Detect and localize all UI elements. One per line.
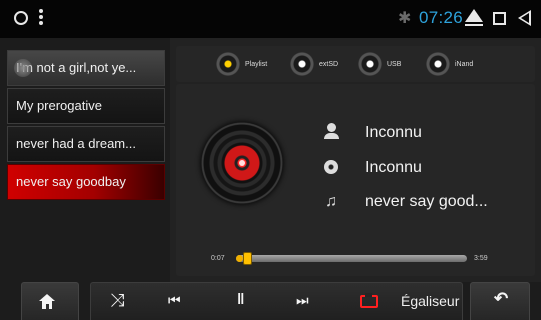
radio-icon <box>358 52 382 76</box>
playlist-panel: I'm not a girl,not ye... My prerogative … <box>0 38 170 282</box>
playlist-item-label: never say goodbay <box>16 174 126 189</box>
eject-icon[interactable] <box>465 9 483 22</box>
clock: 07:26 <box>419 8 464 27</box>
eject-icon-base <box>465 24 483 26</box>
source-label: USB <box>387 60 402 68</box>
radio-selected-icon <box>216 52 240 76</box>
progress-track[interactable] <box>236 255 467 262</box>
shuffle-icon[interactable]: ⤨ <box>110 290 124 310</box>
status-bar: ✱ 07:26 <box>0 0 541 38</box>
source-playlist[interactable]: Playlist <box>216 52 267 76</box>
source-label: extSD <box>319 60 339 68</box>
playlist-item[interactable]: I'm not a girl,not ye... <box>7 50 165 86</box>
bluetooth-icon: ✱ <box>398 10 412 27</box>
playlist-item[interactable]: My prerogative <box>7 88 165 124</box>
progress-fill <box>236 255 243 262</box>
track-title: never say good... <box>365 193 488 210</box>
recents-icon[interactable] <box>493 12 506 25</box>
playlist-item-label: My prerogative <box>16 98 102 113</box>
overflow-menu-icon[interactable] <box>38 7 44 27</box>
equalizer-button[interactable]: Égaliseur <box>401 293 459 309</box>
elapsed-time: 0:07 <box>211 255 225 262</box>
next-icon[interactable]: ⏭ <box>296 290 309 310</box>
return-icon[interactable]: ↶ <box>494 289 508 309</box>
source-inand[interactable]: iNand <box>426 52 473 76</box>
repeat-icon-gap <box>365 293 372 297</box>
album-icon <box>324 160 338 174</box>
circle-icon[interactable] <box>14 11 28 25</box>
bottom-control-bar <box>0 282 541 320</box>
music-player-screen: ✱ 07:26 I'm not a girl,not ye... My prer… <box>0 0 541 320</box>
pause-icon[interactable]: ‖ <box>237 290 244 310</box>
playlist-item[interactable]: never had a dream... <box>7 126 165 162</box>
album-name: Inconnu <box>365 159 422 176</box>
playlist-item-active[interactable]: never say goodbay <box>7 164 165 200</box>
source-label: iNand <box>455 60 474 68</box>
touch-glow <box>14 59 32 77</box>
source-usb[interactable]: USB <box>358 52 401 76</box>
back-icon-inner <box>521 13 529 23</box>
playlist-item-label: I'm not a girl,not ye... <box>16 60 137 75</box>
disc-center <box>239 160 245 166</box>
source-extsd[interactable]: extSD <box>290 52 338 76</box>
source-selector: Playlist extSD USB iNand <box>176 46 535 82</box>
artist-name: Inconnu <box>365 124 422 141</box>
radio-icon <box>290 52 314 76</box>
total-time: 3:59 <box>474 255 488 262</box>
source-label: Playlist <box>245 60 268 68</box>
seek-handle[interactable] <box>243 252 252 265</box>
playlist-item-label: never had a dream... <box>16 136 136 151</box>
radio-icon <box>426 52 450 76</box>
music-note-icon: ♫ <box>325 193 337 210</box>
previous-icon[interactable]: ⏮ <box>168 290 181 310</box>
